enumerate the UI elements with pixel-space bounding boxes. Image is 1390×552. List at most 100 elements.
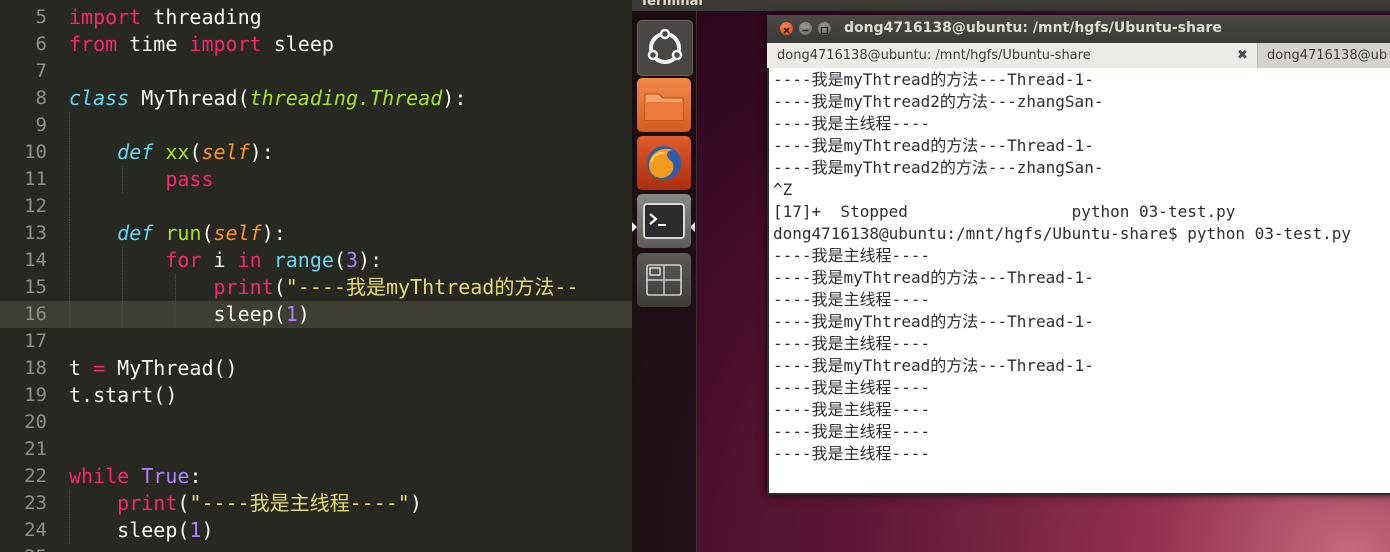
code-token: self: [213, 221, 262, 245]
code-token: for: [165, 248, 202, 272]
line-number: 17: [24, 330, 47, 352]
code-line[interactable]: 18 t = MyThread(): [0, 355, 632, 382]
terminal-line: ----我是myThtread的方法---Thread-1-: [773, 136, 1094, 155]
code-line[interactable]: 5 import threading: [0, 4, 632, 31]
terminal-line: ----我是主线程----: [773, 334, 931, 353]
code-token: print: [117, 491, 178, 515]
tab-label: dong4716138@ubuntu: /mnt/hgfs/Ubuntu-sha…: [777, 48, 1091, 63]
terminal-output[interactable]: ----我是myThtread的方法---Thread-1- ----我是myTh…: [769, 68, 1390, 493]
code-line[interactable]: 20: [0, 409, 632, 436]
line-number: 24: [24, 519, 47, 541]
close-window-button[interactable]: [780, 22, 793, 35]
code-token: (: [333, 248, 346, 272]
tab-close-icon[interactable]: ✖: [1237, 43, 1248, 68]
code-line[interactable]: 11 pass: [0, 166, 632, 193]
code-line[interactable]: 7: [0, 58, 632, 85]
line-number: 13: [24, 222, 47, 244]
window-title: dong4716138@ubuntu: /mnt/hgfs/Ubuntu-sha…: [844, 20, 1222, 36]
terminal-icon[interactable]: [637, 194, 691, 248]
terminal-line: ----我是myThtread的方法---Thread-1-: [773, 70, 1094, 89]
code-token: ): [297, 302, 310, 326]
code-token: (: [273, 275, 286, 299]
code-token: ): [201, 518, 214, 542]
files-folder-icon[interactable]: [637, 78, 691, 132]
code-text: pass: [69, 166, 213, 193]
code-token: from: [69, 32, 118, 56]
code-token: ):: [261, 221, 286, 245]
terminal-line: ----我是主线程----: [773, 246, 931, 265]
terminal-line: ^Z: [773, 180, 793, 199]
code-line[interactable]: 22 while True:: [0, 463, 632, 490]
terminal-line: ----我是myThtread的方法---Thread-1-: [773, 268, 1094, 287]
code-token: 1: [189, 518, 202, 542]
code-line[interactable]: 14 for i in range(3):: [0, 247, 632, 274]
code-text: t = MyThread(): [69, 355, 238, 382]
code-token: import: [189, 32, 262, 56]
code-token: (: [177, 491, 190, 515]
code-line[interactable]: 9: [0, 112, 632, 139]
window-titlebar[interactable]: dong4716138@ubuntu: /mnt/hgfs/Ubuntu-sha…: [767, 15, 1390, 43]
code-line[interactable]: 19 t.start(): [0, 382, 632, 409]
maximize-window-button[interactable]: [818, 22, 831, 35]
top-panel: Terminal: [632, 0, 1390, 11]
code-line[interactable]: 25: [0, 544, 632, 552]
code-token: "----我是主线程----": [189, 491, 410, 515]
code-token: MyThread: [141, 86, 238, 110]
line-number: 11: [24, 168, 47, 190]
terminal-line: dong4716138@ubuntu:/mnt/hgfs/Ubuntu-shar…: [773, 224, 1351, 243]
code-line[interactable]: 23 print("----我是主线程----"): [0, 490, 632, 517]
code-token: :: [189, 464, 202, 488]
code-token: sleep(: [69, 302, 286, 326]
code-token: sleep(: [69, 518, 190, 542]
code-line[interactable]: 8 class MyThread(threading.Thread):: [0, 85, 632, 112]
firefox-icon[interactable]: [637, 136, 691, 190]
line-number: 20: [24, 411, 47, 433]
code-token: range: [273, 248, 334, 272]
tab-active[interactable]: dong4716138@ubuntu: /mnt/hgfs/Ubuntu-sha…: [767, 43, 1258, 68]
line-number: 9: [35, 114, 47, 136]
code-token: ): [409, 491, 422, 515]
workspace-switcher-icon[interactable]: [637, 253, 691, 307]
code-line[interactable]: 16 sleep(1): [0, 301, 632, 328]
line-number: 21: [24, 438, 47, 460]
code-token: (: [189, 140, 202, 164]
code-text: import threading: [69, 4, 262, 31]
code-editor[interactable]: 5 import threading 6 from time import sleep…: [0, 0, 632, 552]
code-token: class: [69, 86, 130, 110]
code-token: ):: [249, 140, 274, 164]
code-token: t.start(): [69, 383, 178, 407]
code-line[interactable]: 17: [0, 328, 632, 355]
dash-home-icon[interactable]: [637, 20, 693, 76]
code-line[interactable]: 12: [0, 193, 632, 220]
code-text: class MyThread(threading.Thread):: [69, 85, 466, 112]
code-token: def: [117, 221, 154, 245]
terminal-line: ----我是myThtread的方法---Thread-1-: [773, 356, 1094, 375]
code-text: t.start(): [69, 382, 177, 409]
code-line[interactable]: 24 sleep(1): [0, 517, 632, 544]
code-line[interactable]: 21: [0, 436, 632, 463]
line-number: 18: [24, 357, 47, 379]
code-text: for i in range(3):: [69, 247, 382, 274]
code-line[interactable]: 15 print("----我是myThtread的方法--: [0, 274, 632, 301]
code-text: sleep(1): [69, 517, 214, 544]
terminal-line: ----我是主线程----: [773, 444, 931, 463]
code-token: =: [93, 356, 106, 380]
code-token: threading.Thread: [249, 86, 443, 110]
code-text: while True:: [69, 463, 201, 490]
minimize-window-button[interactable]: [799, 22, 812, 35]
code-line[interactable]: 13 def run(self):: [0, 220, 632, 247]
tab-inactive[interactable]: dong4716138@ub: [1259, 43, 1390, 68]
code-text: def xx(self):: [69, 139, 274, 166]
code-token: in: [237, 248, 262, 272]
code-line[interactable]: 6 from time import sleep: [0, 31, 632, 58]
code-token: print: [213, 275, 274, 299]
panel-app-title: Terminal: [640, 0, 703, 9]
code-line[interactable]: 10 def xx(self):: [0, 139, 632, 166]
indent-guide: [69, 112, 70, 139]
